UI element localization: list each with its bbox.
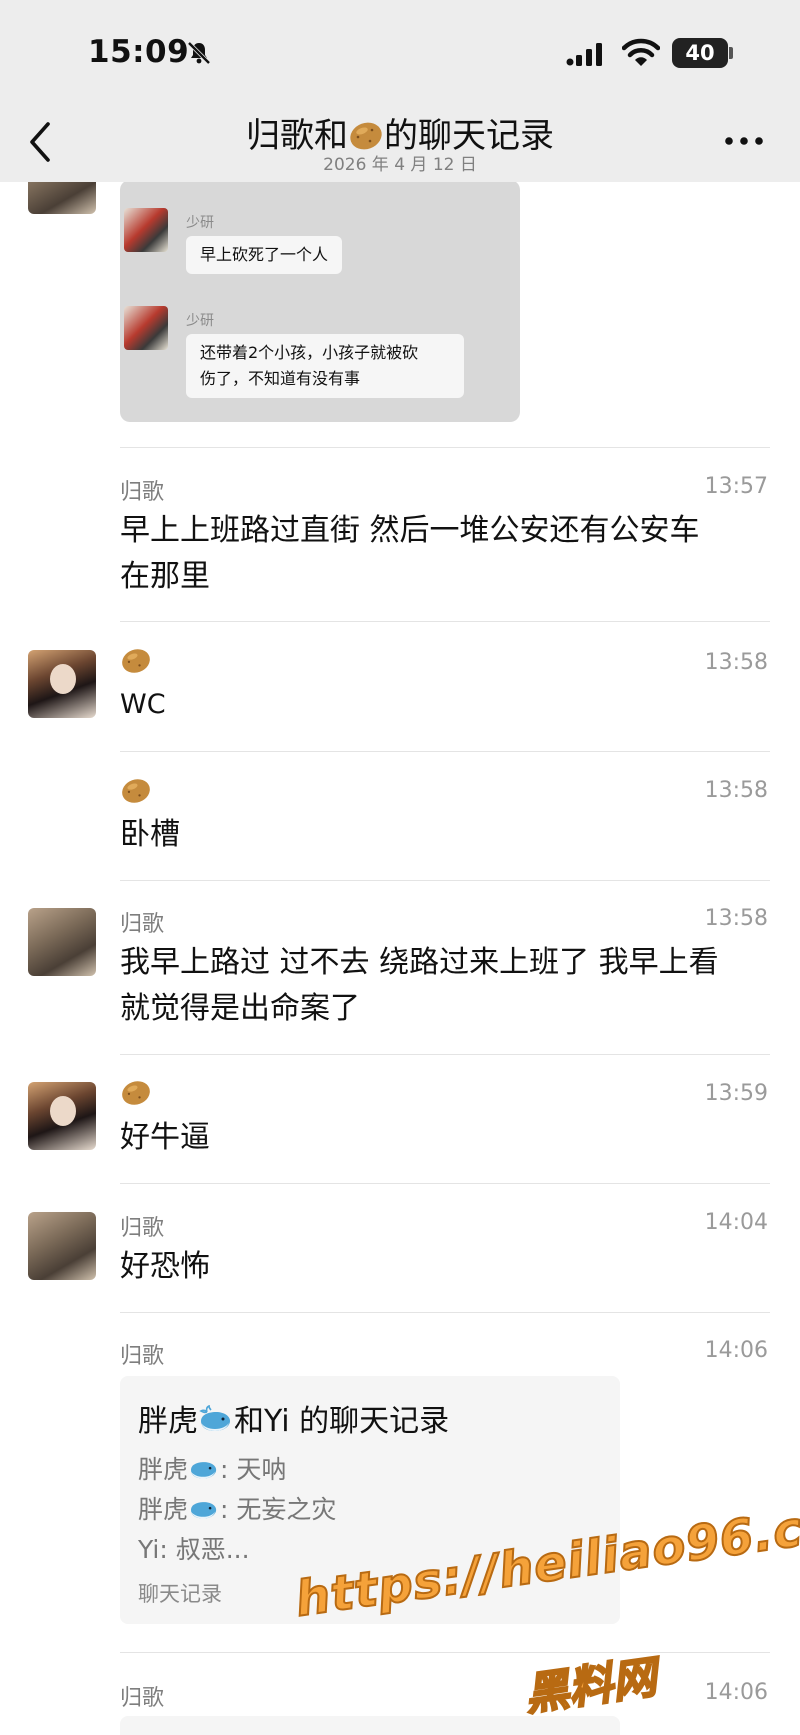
avatar-potato-user[interactable] xyxy=(28,1082,96,1150)
message-time: 13:58 xyxy=(704,778,768,803)
message-line: 在那里 xyxy=(120,559,210,594)
message-time: 14:06 xyxy=(704,1338,768,1363)
message-text[interactable]: 我早上路过 过不去 绕路过来上班了 我早上看 就觉得是出命案了 xyxy=(120,940,770,1032)
mini-avatar xyxy=(124,306,168,350)
message-text[interactable]: WC xyxy=(120,682,770,728)
card-line: 胖虎 : 无妄之灾 xyxy=(138,1490,336,1526)
message-sender: 归歌 xyxy=(120,1216,165,1241)
divider xyxy=(120,1183,770,1184)
message-sender: 归歌 xyxy=(120,1686,165,1711)
divider xyxy=(120,751,770,752)
card-line-text: : 天呐 xyxy=(220,1455,287,1484)
avatar-guige[interactable] xyxy=(28,908,96,976)
card-line-sender: 胖虎 xyxy=(138,1495,189,1524)
message-sender: 归歌 xyxy=(120,912,165,937)
card-line: Yi: 叔恶... xyxy=(138,1535,250,1564)
message-text[interactable]: 早上上班路过直街 然后一堆公安还有公安车 在那里 xyxy=(120,508,770,600)
divider xyxy=(120,1054,770,1055)
mini-sender: 少研 xyxy=(186,313,214,329)
card-footer: 聊天记录 xyxy=(138,1582,222,1606)
mini-bubble: 还带着2个小孩，小孩子就被砍 伤了，不知道有没有事 xyxy=(186,334,464,398)
message-time: 13:58 xyxy=(704,906,768,931)
avatar-potato-user[interactable] xyxy=(28,650,96,718)
bell-mute-icon xyxy=(187,41,211,65)
card-line: 胖虎 : 天呐 xyxy=(138,1450,286,1486)
potato-emoji-icon xyxy=(122,1081,150,1105)
potato-emoji-icon xyxy=(350,122,382,150)
battery-cap xyxy=(729,47,733,59)
mini-bubble: 早上砍死了一个人 xyxy=(186,236,343,274)
potato-emoji-icon xyxy=(122,779,150,803)
wifi-icon xyxy=(622,38,660,66)
mini-sender: 少研 xyxy=(186,215,214,231)
divider xyxy=(120,1652,770,1653)
whale-emoji-icon xyxy=(191,1502,217,1519)
signal-icon xyxy=(566,43,602,66)
message-line: 我早上路过 过不去 绕路过来上班了 我早上看 xyxy=(120,945,719,980)
divider xyxy=(120,621,770,622)
divider xyxy=(120,447,770,448)
message-time: 13:57 xyxy=(704,474,768,499)
more-icon[interactable] xyxy=(724,136,764,146)
message-line: 就觉得是出命案了 xyxy=(120,991,360,1026)
message-text[interactable]: 好恐怖 xyxy=(120,1244,770,1290)
message-time: 13:58 xyxy=(704,650,768,675)
mini-bubble-line: 伤了，不知道有没有事 xyxy=(200,369,361,388)
card-title: 胖虎 和Yi 的聊天记录 xyxy=(138,1396,449,1440)
whale-emoji-icon xyxy=(191,1462,217,1479)
message-sender: 归歌 xyxy=(120,480,165,505)
battery-indicator: 40 xyxy=(672,38,728,68)
message-line: 早上上班路过直街 然后一堆公安还有公安车 xyxy=(120,513,700,548)
avatar-guige[interactable] xyxy=(28,1212,96,1280)
chat-record-list[interactable]: 少研 早上砍死了一个人 少研 还带着2个小孩，小孩子就被砍 伤了，不知道有没有事… xyxy=(0,0,800,1735)
message-text[interactable]: 好牛逼 xyxy=(120,1115,770,1161)
message-sender: 归歌 xyxy=(120,1344,165,1369)
mini-avatar xyxy=(124,208,168,252)
card-title-suffix: 和Yi 的聊天记录 xyxy=(234,1404,450,1439)
divider xyxy=(120,1312,770,1313)
chat-date: 2026 年 4 月 12 日 xyxy=(323,155,477,175)
status-time: 15:09 xyxy=(88,34,190,70)
divider xyxy=(120,880,770,881)
message-text[interactable]: 卧槽 xyxy=(120,812,770,858)
card-line-text: : 无妄之灾 xyxy=(220,1495,337,1524)
watermark-name: 黑料网 xyxy=(521,1651,661,1722)
whale-emoji-icon xyxy=(199,1405,230,1431)
top-bar: 15:09 40 归歌和 的聊天记录 2026 年 4 月 12 日 xyxy=(0,0,800,182)
message-time: 13:59 xyxy=(704,1081,768,1106)
mini-bubble-line: 还带着2个小孩，小孩子就被砍 xyxy=(200,343,419,362)
message-time: 14:04 xyxy=(704,1210,768,1235)
card-title-prefix: 胖虎 xyxy=(138,1404,198,1439)
forwarded-screenshot[interactable]: 少研 早上砍死了一个人 少研 还带着2个小孩，小孩子就被砍 伤了，不知道有没有事 xyxy=(120,180,520,422)
card-line-sender: 胖虎 xyxy=(138,1455,189,1484)
potato-emoji-icon xyxy=(122,649,150,673)
message-time: 14:06 xyxy=(704,1680,768,1705)
